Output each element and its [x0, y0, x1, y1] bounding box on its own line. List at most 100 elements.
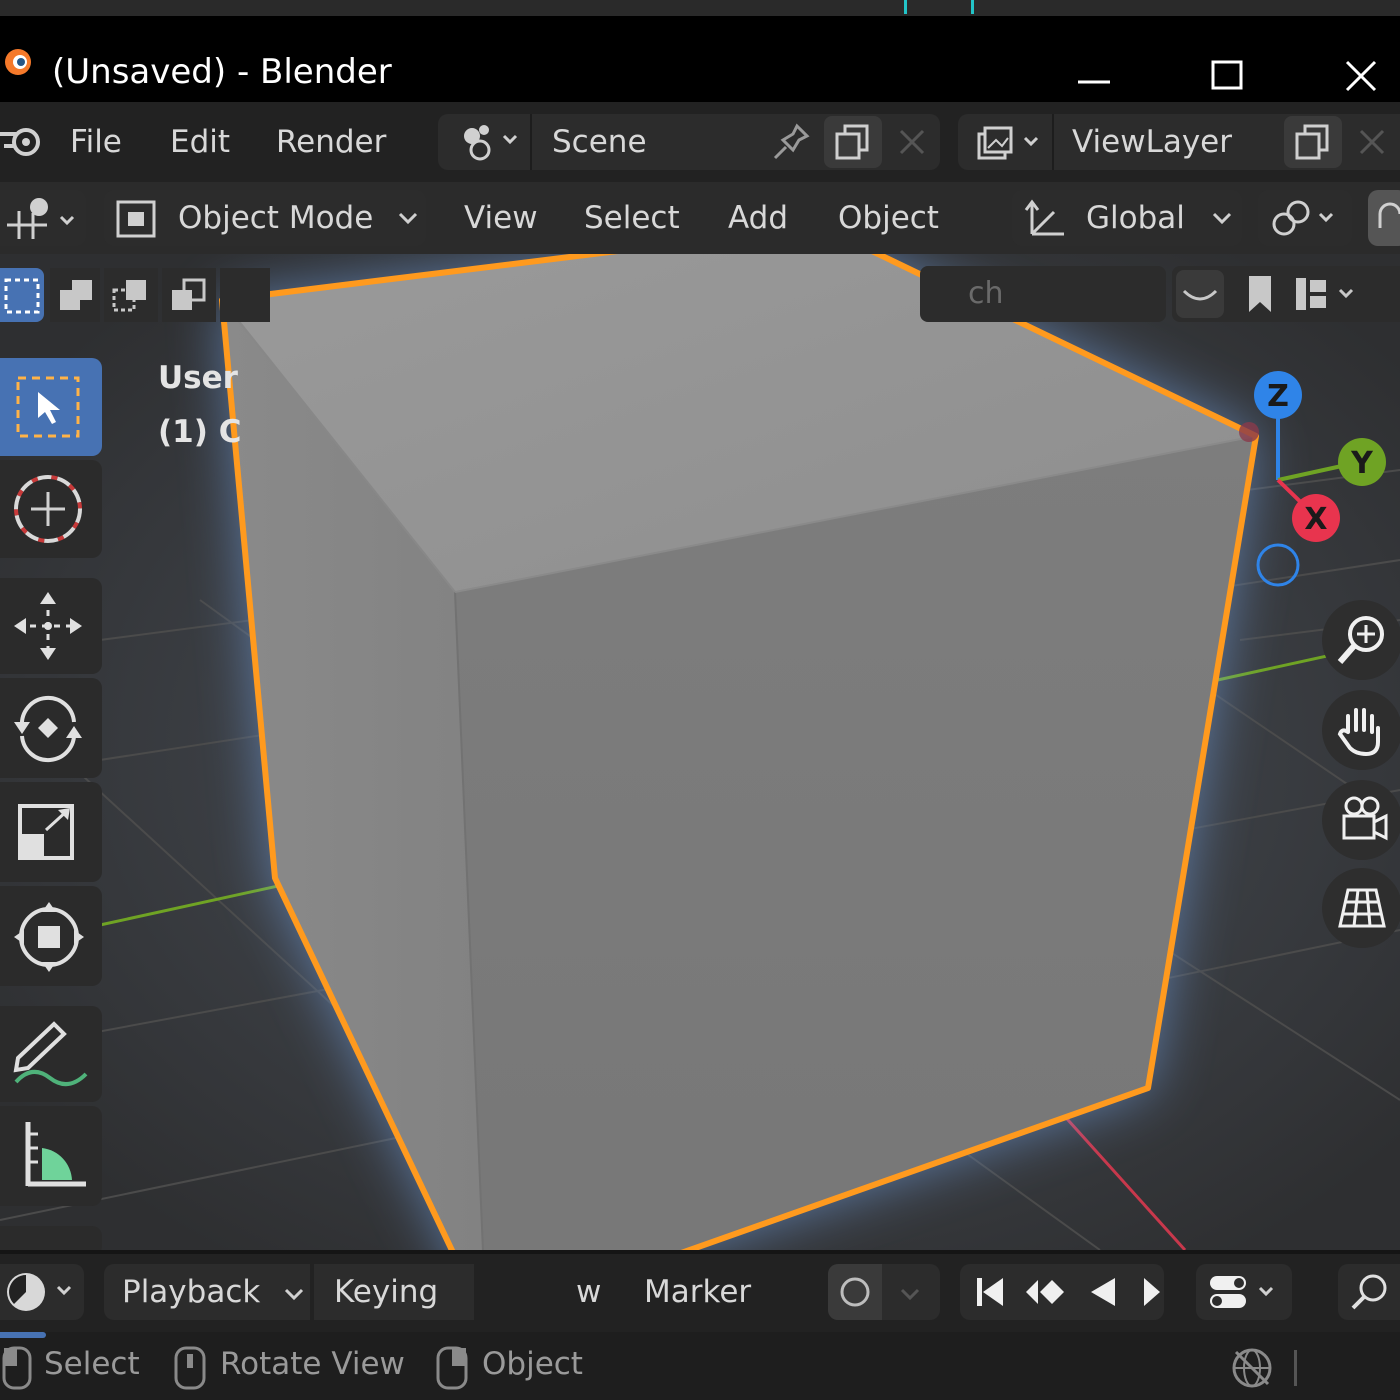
auto-keying-toggle[interactable] [828, 1264, 940, 1320]
select-new-button[interactable] [0, 268, 44, 322]
mouse-right-icon [436, 1346, 468, 1390]
delete-viewlayer-button[interactable] [1350, 120, 1394, 164]
select-subtract-button[interactable] [104, 268, 158, 322]
magnet-icon [1378, 202, 1400, 228]
duplicate-icon [835, 124, 869, 160]
tool-select-box[interactable] [0, 358, 102, 456]
record-icon [840, 1277, 870, 1307]
playhead-marker [904, 0, 907, 14]
timeline-editor-type-button[interactable] [0, 1264, 84, 1320]
viewlayer-name[interactable]: ViewLayer [1072, 124, 1232, 160]
menu-object[interactable]: Object [838, 200, 939, 236]
record-button[interactable] [828, 1264, 882, 1320]
link-icon [1272, 200, 1334, 236]
search-icon [1351, 1274, 1387, 1310]
marker-menu[interactable]: Marker [644, 1274, 751, 1310]
tool-cursor[interactable] [0, 460, 102, 558]
rotate-icon [14, 696, 82, 762]
curve-icon [1182, 289, 1218, 301]
mode-dropdown[interactable]: Object Mode [104, 190, 426, 246]
bookmark-button[interactable] [1238, 270, 1282, 318]
select-intersect-button[interactable] [220, 268, 270, 322]
menu-add[interactable]: Add [728, 200, 788, 236]
zoom-button[interactable] [1322, 600, 1400, 680]
scale-icon [18, 804, 74, 860]
delete-scene-button[interactable] [890, 120, 934, 164]
editor-type-button[interactable] [0, 190, 86, 246]
tool-more[interactable] [0, 1226, 102, 1250]
filter-dropdown[interactable] [1290, 270, 1370, 318]
select-invert-button[interactable] [162, 268, 216, 322]
menu-view[interactable]: View [464, 200, 538, 236]
scene-selector: Scene [438, 114, 940, 170]
menu-edit[interactable]: Edit [170, 124, 230, 160]
grid-icon [1338, 888, 1386, 928]
chevron-down-icon [284, 1288, 304, 1301]
maximize-button[interactable] [1202, 46, 1252, 102]
viewport-options-group [1172, 266, 1400, 322]
playback-label: Playback [122, 1274, 261, 1310]
zoom-icon [1337, 616, 1384, 664]
scene-browse-button[interactable] [448, 120, 528, 164]
transform-orientation-dropdown[interactable]: Global [1012, 190, 1242, 246]
minimize-icon [1078, 80, 1110, 84]
timeline-view-menu[interactable]: w [576, 1274, 601, 1310]
keying-label: Keying [334, 1274, 439, 1310]
search-field[interactable]: ch [920, 266, 1166, 322]
play-reverse-icon [1091, 1278, 1115, 1306]
play-button[interactable] [1136, 1264, 1164, 1320]
overlay-toggle[interactable] [1176, 270, 1224, 318]
maximize-icon [1211, 60, 1243, 90]
snap-toggle[interactable] [1368, 190, 1400, 246]
blender-menu-icon[interactable] [0, 122, 46, 166]
jump-start-button[interactable] [964, 1264, 1014, 1320]
new-viewlayer-button[interactable] [1284, 116, 1342, 168]
camera-view-button[interactable] [1322, 780, 1400, 860]
object-mode-icon [114, 198, 158, 240]
tool-measure[interactable] [0, 1106, 102, 1206]
playback-controls [960, 1264, 1164, 1320]
perspective-toggle-button[interactable] [1322, 868, 1400, 948]
tool-move[interactable] [0, 578, 102, 674]
timeline-header: Playback Keying w Marker [0, 1250, 1400, 1336]
new-scene-button[interactable] [824, 116, 882, 168]
selection-mode-bar [0, 268, 270, 324]
play-reverse-button[interactable] [1078, 1264, 1128, 1320]
tool-annotate[interactable] [0, 1006, 102, 1102]
bookmark-icon [1249, 276, 1271, 312]
pivot-point-dropdown[interactable] [1258, 190, 1352, 246]
gizmo-y-label: Y [1350, 446, 1374, 481]
tool-transform[interactable] [0, 886, 102, 986]
playback-menu[interactable]: Playback [104, 1264, 310, 1320]
jump-start-icon [977, 1278, 1003, 1306]
keying-menu[interactable]: Keying [314, 1264, 474, 1320]
menu-select[interactable]: Select [584, 200, 680, 236]
orientation-icon [1024, 199, 1064, 236]
window-title: (Unsaved) - Blender [52, 52, 392, 92]
viewport-canvas[interactable]: Z Y X [0, 254, 1400, 1250]
close-button[interactable] [1336, 46, 1386, 102]
pan-button[interactable] [1322, 690, 1400, 770]
close-icon [1359, 129, 1385, 155]
viewlayer-browse-button[interactable] [966, 120, 1048, 164]
menu-file[interactable]: File [70, 124, 122, 160]
title-bar: (Unsaved) - Blender [0, 16, 1400, 102]
jump-keyframe-button[interactable] [1018, 1264, 1074, 1320]
select-box-icon [16, 376, 80, 438]
camera-icon [1342, 796, 1388, 841]
top-menu-bar: File Edit Render Scene ViewLayer [0, 102, 1400, 182]
3d-viewport[interactable]: Z Y X ch User (1) C [0, 254, 1400, 1250]
progress-tab [0, 1332, 46, 1338]
measure-icon [25, 1122, 86, 1187]
toggle-icon [1210, 1276, 1274, 1308]
view-options-dropdown[interactable] [1196, 1264, 1292, 1320]
timeline-search-button[interactable] [1338, 1264, 1400, 1320]
scene-name[interactable]: Scene [552, 124, 647, 160]
keyframe-jump-icon [1026, 1280, 1064, 1304]
pin-scene-button[interactable] [766, 120, 816, 164]
menu-render[interactable]: Render [276, 124, 386, 160]
minimize-button[interactable] [1072, 46, 1116, 102]
tool-scale[interactable] [0, 782, 102, 882]
tool-rotate[interactable] [0, 678, 102, 778]
select-extend-button[interactable] [50, 268, 100, 322]
